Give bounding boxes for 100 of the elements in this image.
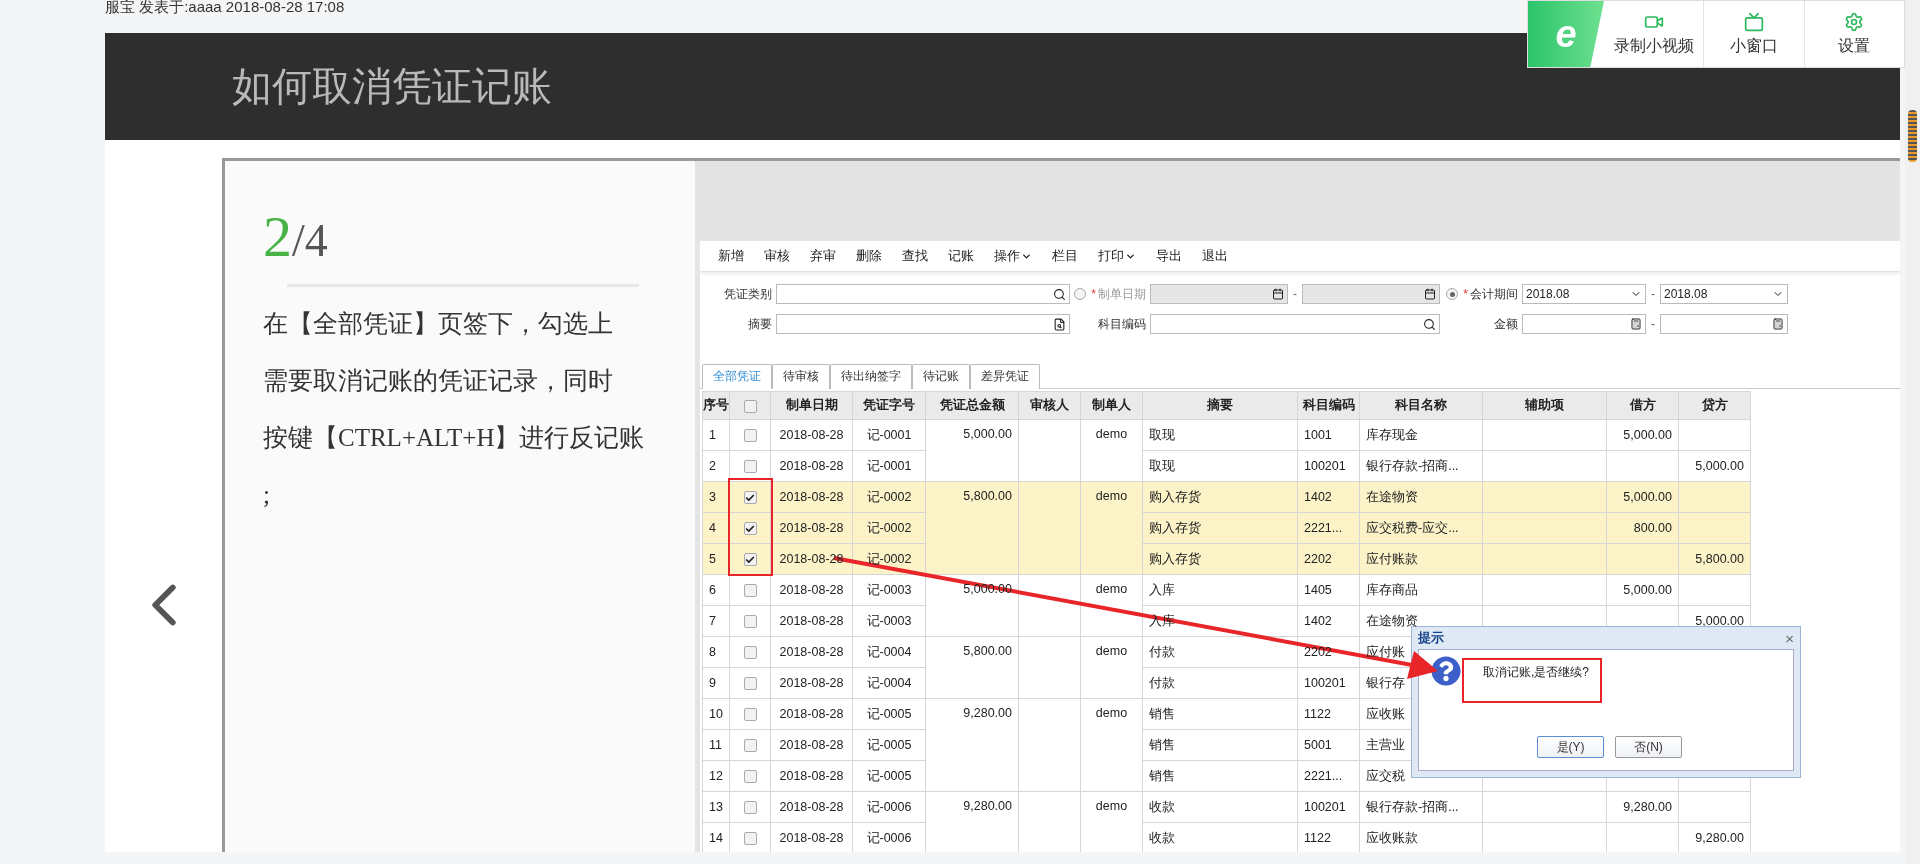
checkbox[interactable] <box>743 801 757 815</box>
amount-from-field[interactable] <box>1522 314 1646 334</box>
column-header: 制单日期 <box>770 391 853 420</box>
date-to-field[interactable] <box>1302 284 1440 304</box>
table-cell: 5,000.00 <box>1678 450 1751 482</box>
table-cell: 7 <box>702 605 730 637</box>
checkbox[interactable] <box>743 677 757 691</box>
checkbox[interactable] <box>743 708 757 722</box>
calendar-icon <box>1424 288 1436 300</box>
table-cell: demo <box>1080 636 1143 699</box>
table-cell: 记-0004 <box>852 636 926 668</box>
table-cell: 5,800.00 <box>925 636 1019 699</box>
calendar-icon <box>1272 288 1284 300</box>
checkbox[interactable] <box>743 739 757 753</box>
scrollbar[interactable] <box>1905 0 1920 864</box>
tab[interactable]: 待记账 <box>912 364 970 389</box>
table-cell: 银行存款-招商... <box>1359 450 1483 482</box>
table-cell: 2018-08-28 <box>770 791 853 823</box>
checkbox[interactable] <box>743 770 757 784</box>
table-cell: 取现 <box>1142 419 1298 451</box>
checkbox[interactable] <box>743 522 757 536</box>
table-cell: 5,000.00 <box>925 419 1019 482</box>
checkbox[interactable] <box>743 832 757 846</box>
column-header: 科目名称 <box>1359 391 1483 420</box>
widget-button[interactable]: 设置 <box>1803 1 1904 67</box>
column-header: 凭证字号 <box>852 391 926 420</box>
table-cell: 8 <box>702 636 730 668</box>
settings-icon <box>1844 11 1865 32</box>
help-icon <box>1431 656 1461 686</box>
table-cell: 库存商品 <box>1359 574 1483 606</box>
table-cell: 2018-08-28 <box>770 605 853 637</box>
checkbox[interactable] <box>743 615 757 629</box>
checkbox[interactable] <box>743 646 757 660</box>
toolbar-button[interactable]: 审核 <box>754 247 800 265</box>
table-cell: 记-0005 <box>852 760 926 792</box>
date-radio[interactable]: * 制单日期 <box>1070 285 1150 303</box>
voucher-type-field[interactable] <box>776 284 1070 304</box>
table-cell: 5,000.00 <box>1606 574 1679 606</box>
table-cell: 记-0003 <box>852 605 926 637</box>
amount-to-field[interactable] <box>1660 314 1788 334</box>
toolbar-menu[interactable]: 打印 <box>1088 247 1146 265</box>
tab[interactable]: 待审核 <box>772 364 830 389</box>
calculator-icon <box>1772 318 1784 330</box>
instruction-text: 在【全部凭证】页签下，勾选上 需要取消记账的凭证记录，同时 按键【CTRL+ALT+H】进行反记账 ; <box>263 309 645 510</box>
widget-button[interactable]: 录制小视频 <box>1604 1 1704 67</box>
range-dash: - <box>1292 287 1298 301</box>
toolbar-menu[interactable]: 操作 <box>984 247 1042 265</box>
toolbar-button[interactable]: 查找 <box>892 247 938 265</box>
table-cell: 记-0003 <box>852 574 926 606</box>
tab[interactable]: 待出纳签字 <box>830 364 912 389</box>
table-cell: demo <box>1080 481 1143 575</box>
tv-icon <box>1744 11 1764 32</box>
period-to-select[interactable]: 2018.08 <box>1660 284 1788 304</box>
table-cell: 购入存货 <box>1142 512 1298 544</box>
table-cell: demo <box>1080 791 1143 852</box>
table-cell: 2018-08-28 <box>770 450 853 482</box>
field-label: 金额 <box>1493 315 1519 333</box>
checkbox[interactable] <box>743 429 757 443</box>
account-code-field[interactable] <box>1150 314 1440 334</box>
column-header: 凭证总金额 <box>925 391 1019 420</box>
checkbox[interactable] <box>743 491 757 505</box>
toolbar-button[interactable]: 删除 <box>846 247 892 265</box>
dialog-button[interactable]: 否(N) <box>1615 736 1682 758</box>
tab[interactable]: 全部凭证 <box>702 364 772 389</box>
checkbox[interactable] <box>743 399 757 413</box>
table-cell: demo <box>1080 698 1143 792</box>
dialog-button[interactable]: 是(Y) <box>1537 736 1604 758</box>
checkbox[interactable] <box>743 584 757 598</box>
table-cell: 记-0002 <box>852 512 926 544</box>
table-cell: 记-0005 <box>852 729 926 761</box>
toolbar-button[interactable]: 导出 <box>1146 247 1192 265</box>
toolbar-button[interactable]: 新增 <box>708 247 754 265</box>
table-cell: 银行存款-招商... <box>1359 791 1483 823</box>
table-cell: 2202 <box>1297 543 1360 575</box>
table-cell: 取现 <box>1142 450 1298 482</box>
table-cell: 2 <box>702 450 730 482</box>
summary-field[interactable] <box>776 314 1070 334</box>
checkbox[interactable] <box>743 553 757 567</box>
tab[interactable]: 差异凭证 <box>970 364 1040 389</box>
table-cell: 2018-08-28 <box>770 729 853 761</box>
toolbar-button[interactable]: 栏目 <box>1042 247 1088 265</box>
close-button[interactable]: × <box>1785 629 1794 647</box>
table-cell: 记-0001 <box>852 419 926 451</box>
dialog-message: 取消记账,是否继续? <box>1483 664 1589 681</box>
toolbar-button[interactable]: 弃审 <box>800 247 846 265</box>
checkbox[interactable] <box>743 460 757 474</box>
date-from-field[interactable] <box>1150 284 1288 304</box>
table-cell: 1122 <box>1297 698 1360 730</box>
period-radio[interactable]: * 会计期间 <box>1440 285 1522 303</box>
table-cell: 2018-08-28 <box>770 419 853 451</box>
column-header: 科目编码 <box>1297 391 1360 420</box>
step-counter: 2/4 <box>263 203 328 270</box>
table-cell: 1001 <box>1297 419 1360 451</box>
period-from-select[interactable]: 2018.08 <box>1522 284 1646 304</box>
table-cell: 2018-08-28 <box>770 636 853 668</box>
toolbar-button[interactable]: 记账 <box>938 247 984 265</box>
table-cell: 销售 <box>1142 760 1298 792</box>
widget-button[interactable]: 小窗口 <box>1703 1 1804 67</box>
toolbar-button[interactable]: 退出 <box>1192 247 1238 265</box>
table-cell: 记-0006 <box>852 822 926 852</box>
